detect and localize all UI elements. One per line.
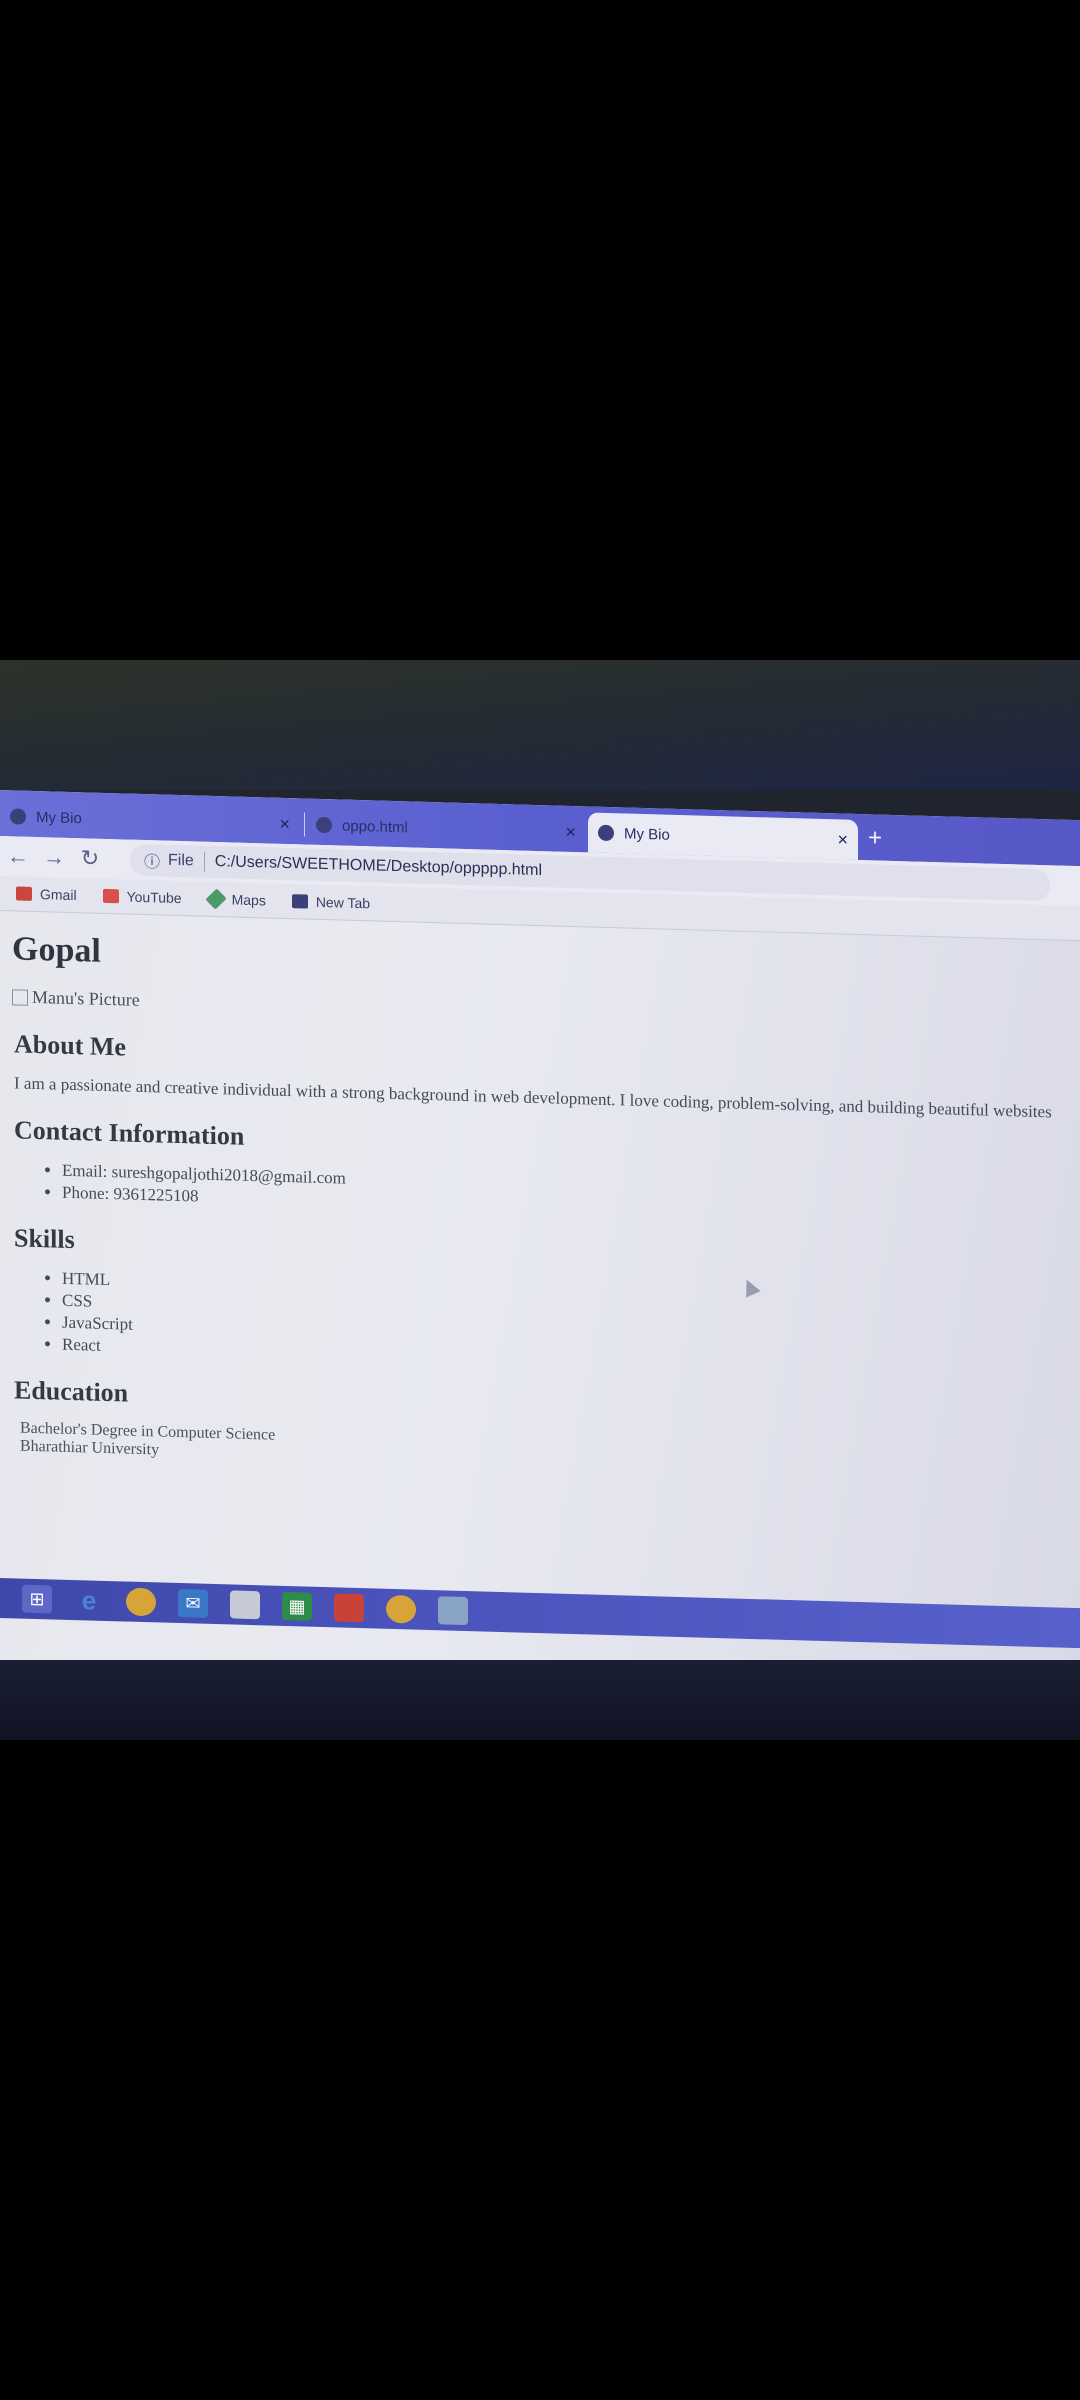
bookmark-maps[interactable]: Maps [204, 888, 266, 910]
bookmark-label: Maps [231, 891, 266, 909]
bookmark-label: YouTube [126, 888, 182, 907]
close-icon[interactable]: × [565, 822, 576, 843]
mail-icon[interactable]: ✉ [178, 1588, 208, 1618]
bookmark-new-tab[interactable]: New Tab [291, 893, 371, 912]
internet-explorer-icon[interactable]: e [74, 1585, 104, 1615]
globe-icon [598, 824, 614, 842]
image-alt-text: Manu's Picture [32, 986, 140, 1010]
web-page-content: Gopal Manu's Picture About Me I am a pas… [0, 912, 1080, 1583]
globe-icon [10, 808, 26, 825]
page-title: Gopal [12, 930, 101, 970]
laptop-screen: My Bio × oppo.html × My Bio × + ← → ↻ ⓘ … [0, 790, 1080, 1691]
tab-title: oppo.html [342, 817, 408, 836]
maps-icon [204, 888, 227, 910]
chrome-icon[interactable] [386, 1594, 416, 1624]
tab-title: My Bio [36, 808, 82, 827]
new-tab-button[interactable]: + [868, 824, 882, 852]
reload-icon[interactable]: ↻ [72, 845, 108, 872]
bookmark-label: Gmail [40, 886, 77, 904]
gmail-icon [16, 886, 32, 901]
chrome-icon[interactable] [126, 1587, 156, 1617]
skills-list: HTML CSS JavaScript React [12, 1267, 1080, 1383]
back-icon[interactable]: ← [0, 843, 36, 870]
laptop-bezel-top [0, 660, 1080, 790]
scheme-label: File [168, 851, 194, 870]
laptop-photo: My Bio × oppo.html × My Bio × + ← → ↻ ⓘ … [0, 660, 1080, 1740]
bookmark-youtube[interactable]: YouTube [102, 888, 182, 907]
profile-image-broken: Manu's Picture [12, 986, 1080, 1037]
close-icon[interactable]: × [279, 814, 290, 835]
info-icon[interactable]: ⓘ [144, 848, 160, 872]
forward-icon[interactable]: → [36, 844, 72, 871]
laptop-bezel-bottom [0, 1660, 1080, 1740]
windows-taskbar: ⊞ e ✉ ▦ [0, 1578, 1080, 1649]
photo-background: My Bio × oppo.html × My Bio × + ← → ↻ ⓘ … [0, 0, 1080, 2400]
calculator-icon[interactable]: ▦ [282, 1591, 312, 1621]
broken-image-icon [12, 988, 28, 1006]
file-explorer-icon[interactable] [230, 1590, 260, 1620]
address-divider [203, 851, 205, 872]
office-icon[interactable] [334, 1593, 364, 1623]
globe-icon [291, 894, 308, 909]
youtube-icon [102, 888, 119, 904]
globe-icon [316, 816, 332, 834]
bookmark-label: New Tab [315, 893, 371, 912]
windows-start-icon[interactable]: ⊞ [22, 1584, 52, 1614]
tab-separator [304, 812, 305, 837]
url-text[interactable]: C:/Users/SWEETHOME/Desktop/oppppp.html [215, 853, 542, 880]
app-icon[interactable] [438, 1596, 468, 1626]
bookmark-gmail[interactable]: Gmail [16, 885, 77, 903]
tab-title: My Bio [624, 824, 670, 844]
close-icon[interactable]: × [837, 829, 848, 850]
